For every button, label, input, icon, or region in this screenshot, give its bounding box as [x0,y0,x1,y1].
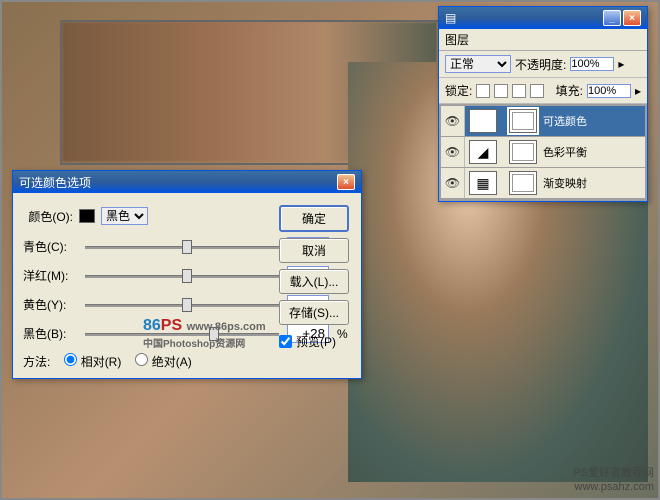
ok-button[interactable]: 确定 [279,205,349,232]
cancel-button[interactable]: 取消 [279,238,349,263]
link-icon [501,109,509,133]
lock-pixels-icon[interactable] [494,84,508,98]
layer-row[interactable]: 👁▦ 渐变映射 [441,168,645,198]
load-button[interactable]: 载入(L)... [279,269,349,294]
slider-label: 青色(C): [23,238,77,255]
color-select[interactable]: 黑色 [101,207,148,225]
link-icon [501,171,509,195]
layers-titlebar[interactable]: ▤ _ × [439,7,647,29]
fill-input[interactable] [587,84,631,98]
fill-label: 填充: [556,82,583,99]
lock-position-icon[interactable] [512,84,526,98]
mask-thumb[interactable] [509,140,537,164]
palette-grip-icon: ▤ [445,11,456,25]
color-label: 颜色(O): [23,208,73,225]
visibility-eye-icon[interactable]: 👁 [441,137,465,167]
lock-transparency-icon[interactable] [476,84,490,98]
layers-panel: ▤ _ × 图层 正常 不透明度: ▸ 锁定: 填充: ▸ 👁◑可选颜色👁◢色彩… [438,6,648,202]
layer-name: 渐变映射 [541,175,587,191]
site-watermark: PS爱好者教程网 www.psahz.com [573,466,654,494]
dialog-title: 可选颜色选项 [19,174,91,191]
relative-radio[interactable]: 相对(R) [64,353,121,370]
link-icon [501,140,509,164]
adjustment-thumb: ▦ [469,171,497,195]
layer-name: 色彩平衡 [541,144,587,160]
slider-track[interactable] [85,296,279,314]
visibility-eye-icon[interactable]: 👁 [441,168,465,198]
method-label: 方法: [23,353,50,370]
visibility-eye-icon[interactable]: 👁 [441,106,465,136]
layer-row[interactable]: 👁◑ 可选颜色 [441,106,645,136]
lock-all-icon[interactable] [530,84,544,98]
opacity-input[interactable] [570,57,614,71]
opacity-label: 不透明度: [515,56,566,73]
slider-label: 黑色(B): [23,325,77,342]
adjustment-thumb: ◑ [469,109,497,133]
layer-name: 可选颜色 [541,113,587,129]
selective-color-dialog: 可选颜色选项 × 颜色(O): 黑色 青色(C):%洋红(M):%黄色(Y):%… [12,170,362,379]
absolute-radio[interactable]: 绝对(A) [135,353,191,370]
preview-checkbox[interactable]: 预览(P) [279,333,349,350]
close-icon[interactable]: × [337,174,355,190]
slider-track[interactable] [85,238,279,256]
adjustment-thumb: ◢ [469,140,497,164]
close-icon[interactable]: × [623,10,641,26]
slider-label: 黄色(Y): [23,296,77,313]
chevron-right-icon[interactable]: ▸ [635,84,641,98]
slider-track[interactable] [85,267,279,285]
minimize-icon[interactable]: _ [603,10,621,26]
chevron-right-icon[interactable]: ▸ [618,57,624,71]
color-swatch [79,209,95,223]
layers-tab[interactable]: 图层 [439,29,647,51]
blend-mode-select[interactable]: 正常 [445,55,511,73]
image-frame [60,20,440,165]
mask-thumb[interactable] [509,109,537,133]
dialog-titlebar[interactable]: 可选颜色选项 × [13,171,361,193]
lock-label: 锁定: [445,82,472,99]
layer-row[interactable]: 👁◢ 色彩平衡 [441,137,645,167]
save-button[interactable]: 存储(S)... [279,300,349,325]
mask-thumb[interactable] [509,171,537,195]
slider-label: 洋红(M): [23,267,77,284]
watermark-logo: 86PS www.86ps.com 中国Photoshop资源网 [143,317,266,350]
